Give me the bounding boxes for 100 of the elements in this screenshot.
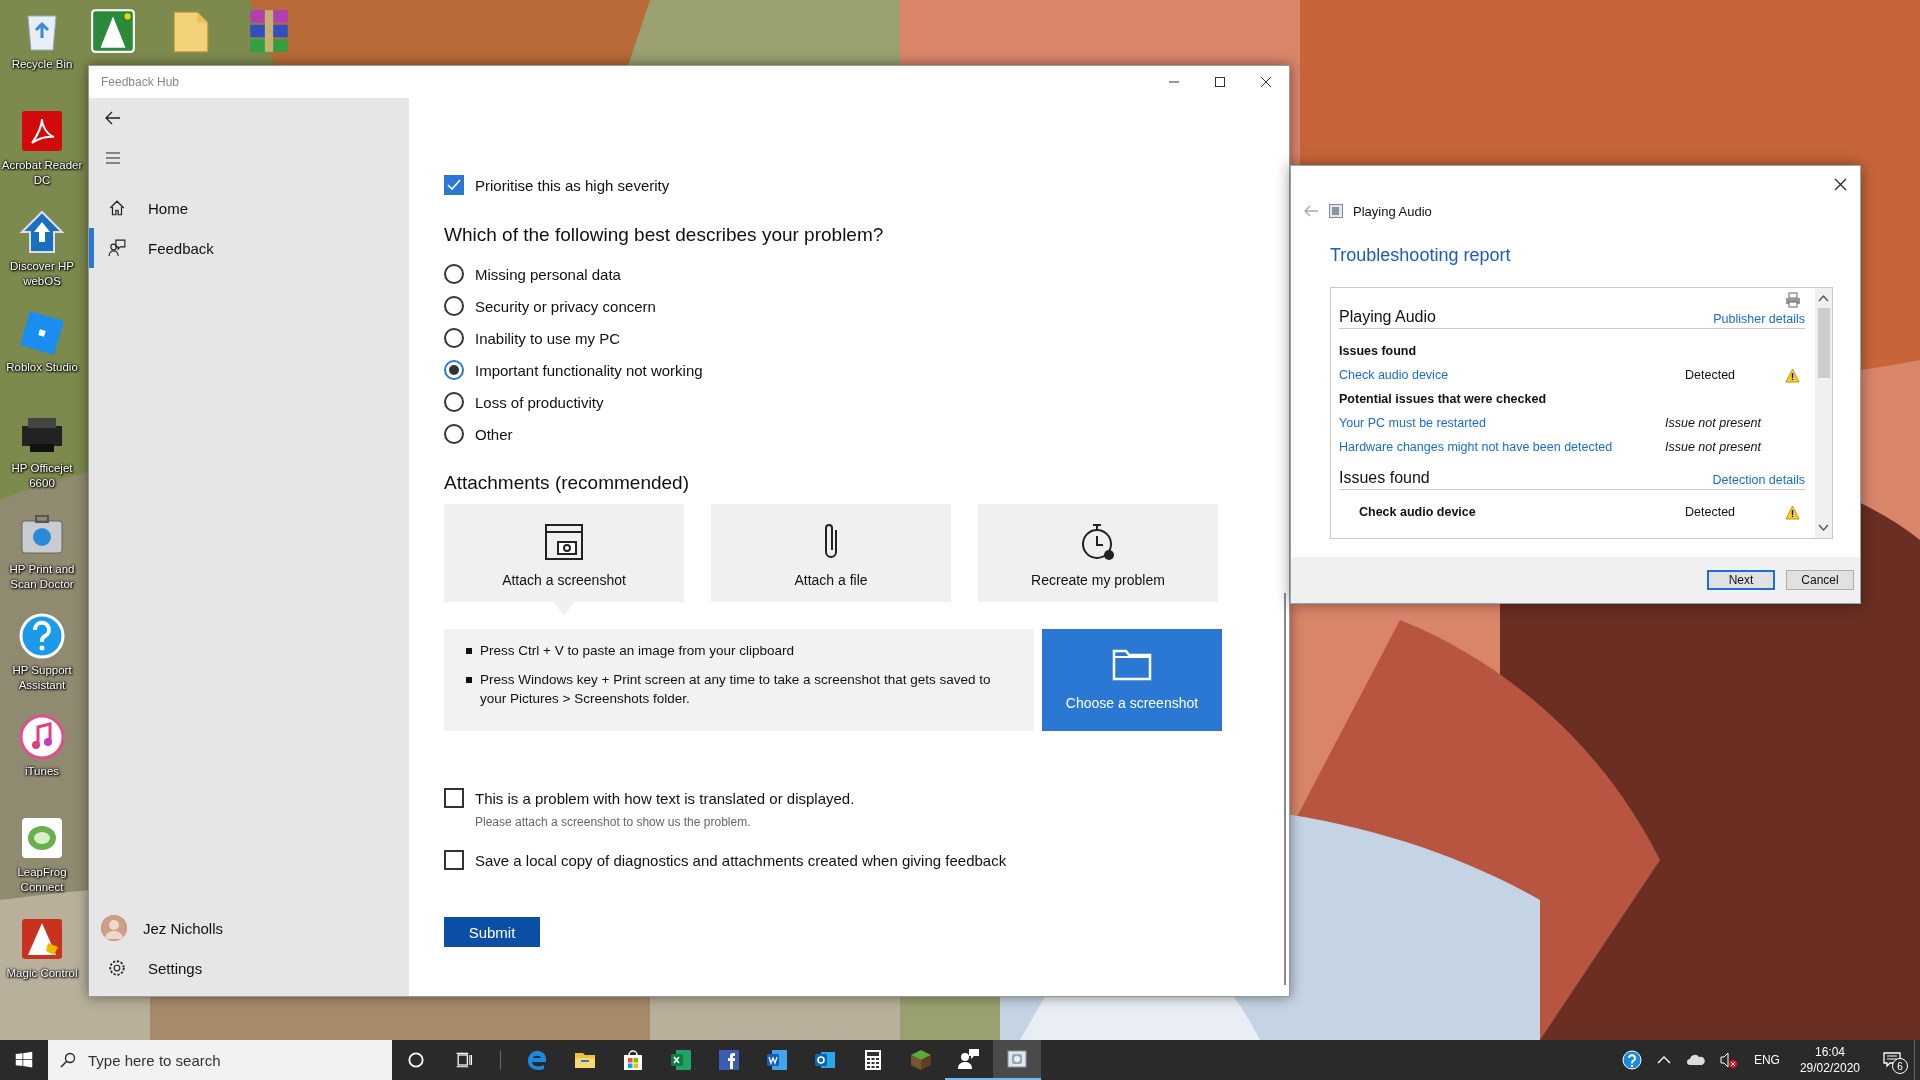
desktop-icon-label[interactable]: Acrobat Reader DC (1, 158, 83, 188)
window-title: Feedback Hub (100, 75, 181, 89)
help-icon (18, 612, 66, 660)
person-speech-icon (957, 1047, 981, 1071)
nav-label: Feedback (148, 239, 214, 257)
dialog-button[interactable]: Cancel (1786, 570, 1854, 590)
printer-icon[interactable] (1785, 292, 1801, 308)
nav-item[interactable]: Home (89, 188, 409, 228)
attachment-tile[interactable]: Attach a screenshot (444, 504, 684, 602)
hint-text: Please attach a screenshot to show us the problem. (475, 815, 752, 831)
checkbox-label: Prioritise this as high severity (475, 176, 670, 194)
warning-icon (1785, 367, 1800, 383)
radio-label: Important functionality not working (475, 361, 703, 379)
issue-status: Detected (1685, 368, 1737, 382)
radio-button[interactable] (444, 264, 464, 284)
task-view-icon (454, 1050, 474, 1070)
checkbox-label: This is a problem with how text is translated or displayed. (475, 789, 855, 807)
submit-button[interactable]: Submit (444, 917, 540, 947)
report-heading: Troubleshooting report (1330, 245, 1512, 267)
desktop-icon-label[interactable]: HP Support Assistant (1, 663, 83, 693)
desktop-icon-label[interactable]: HP Print and Scan Doctor (1, 562, 83, 592)
clock[interactable]: 16:04 29/02/2020 (1789, 1044, 1870, 1076)
issue-status: Issue not present (1665, 416, 1763, 430)
grass-block-icon (909, 1048, 933, 1072)
desktop-icon-label[interactable]: Recycle Bin (1, 57, 83, 72)
checkbox-label: Save a local copy of diagnostics and attachments created when giving feedback (475, 851, 1007, 869)
scrollbar-thumb[interactable] (1817, 308, 1830, 378)
issue-name: Check audio device (1358, 505, 1477, 519)
document-app-icon (765, 1048, 789, 1072)
radio-label: Security or privacy concern (475, 297, 656, 315)
shopping-bag-icon (621, 1048, 645, 1072)
settings-icon[interactable] (108, 959, 126, 977)
speech-bubble-icon (1883, 1051, 1901, 1069)
radio-button[interactable] (444, 328, 464, 348)
issue-link[interactable]: Hardware changes might not have been detected (1339, 440, 1665, 454)
radio-button[interactable] (444, 392, 464, 412)
section-heading: Attachments (recommended) (444, 472, 690, 494)
person-speech-icon (108, 239, 126, 257)
issue-link[interactable]: Check audio device (1339, 368, 1685, 382)
warning-icon (1785, 504, 1800, 520)
scrollbar[interactable] (1284, 593, 1286, 985)
report-section-title: Playing Audio (1339, 308, 1436, 326)
issue-status: Detected (1685, 505, 1737, 519)
radio-label: Missing personal data (475, 265, 621, 283)
bullet-icon (466, 677, 472, 683)
scroll-down-icon[interactable] (1818, 524, 1829, 532)
radio-label: Loss of productivity (475, 393, 604, 411)
report-section-title: Issues found (1339, 469, 1430, 487)
home-icon (108, 199, 126, 217)
app-window-icon (1329, 204, 1343, 218)
close-icon (1260, 76, 1272, 88)
choose-screenshot-button[interactable]: Choose a screenshot (1042, 629, 1222, 731)
issue-link[interactable]: Your PC must be restarted (1339, 416, 1665, 430)
browser-icon (525, 1048, 549, 1072)
radio-button[interactable] (444, 360, 464, 380)
details-link[interactable]: Detection details (1712, 473, 1805, 487)
menu-icon (104, 149, 122, 167)
music-note-icon (18, 713, 66, 761)
spreadsheet-app-icon (669, 1048, 693, 1072)
radio-label: Inability to use my PC (475, 329, 621, 347)
notifications-button[interactable]: 6 (1870, 1040, 1914, 1080)
radio-button[interactable] (444, 296, 464, 316)
attachment-tile[interactable]: Attach a file (711, 504, 951, 602)
app-window-icon (1005, 1047, 1029, 1071)
desktop-icon-label[interactable]: Discover HP webOS (1, 259, 83, 289)
folder-icon (1112, 649, 1152, 681)
language-indicator[interactable]: ENG (1743, 1053, 1790, 1067)
report-subheading: Potential issues that were checked (1339, 391, 1548, 408)
screenshot-icon (544, 522, 584, 562)
desktop-icon-label[interactable]: LeapFrog Connect (1, 865, 83, 895)
nav-item[interactable]: Feedback (89, 228, 409, 268)
report-subheading: Issues found (1339, 343, 1418, 360)
radio-button[interactable] (444, 424, 464, 444)
dialog-button[interactable]: Next (1707, 570, 1775, 590)
attachment-tile[interactable]: Recreate my problem (978, 504, 1218, 602)
maximize-icon (1214, 76, 1226, 88)
settings-label[interactable]: Settings (148, 959, 203, 977)
radio-label: Other (475, 425, 513, 443)
close-icon (1833, 177, 1847, 191)
instruction-text: Press Ctrl + V to paste an image from your clipboard (480, 642, 794, 660)
search-field[interactable]: Type here to search (48, 1040, 392, 1080)
checkbox[interactable] (444, 175, 464, 195)
instruction-text: Press Windows key + Print screen at any time to take a screenshot that gets saved to your Pictures > Screenshots folder. (480, 671, 992, 708)
search-icon (60, 1052, 76, 1068)
checkbox[interactable] (444, 850, 464, 870)
details-link[interactable]: Publisher details (1713, 312, 1805, 326)
question-heading: Which of the following best describes your problem? (444, 224, 885, 246)
issue-status: Issue not present (1665, 440, 1763, 454)
nav-label: Home (148, 199, 188, 217)
bullet-icon (466, 648, 472, 654)
taskbar-app-button[interactable] (993, 1040, 1041, 1080)
wizard-hat-icon (88, 6, 138, 56)
back-arrow-icon (104, 109, 122, 127)
user-name[interactable]: Jez Nicholls (143, 919, 224, 937)
checkbox[interactable] (444, 788, 464, 808)
scroll-up-icon[interactable] (1818, 294, 1829, 302)
desktop-icon-label[interactable]: HP Officejet 6600 (1, 461, 83, 491)
desktop-icon-label[interactable]: iTunes (1, 764, 83, 779)
scrollbar[interactable] (1815, 288, 1832, 538)
desktop-icon-label[interactable]: Roblox Studio (1, 360, 83, 375)
